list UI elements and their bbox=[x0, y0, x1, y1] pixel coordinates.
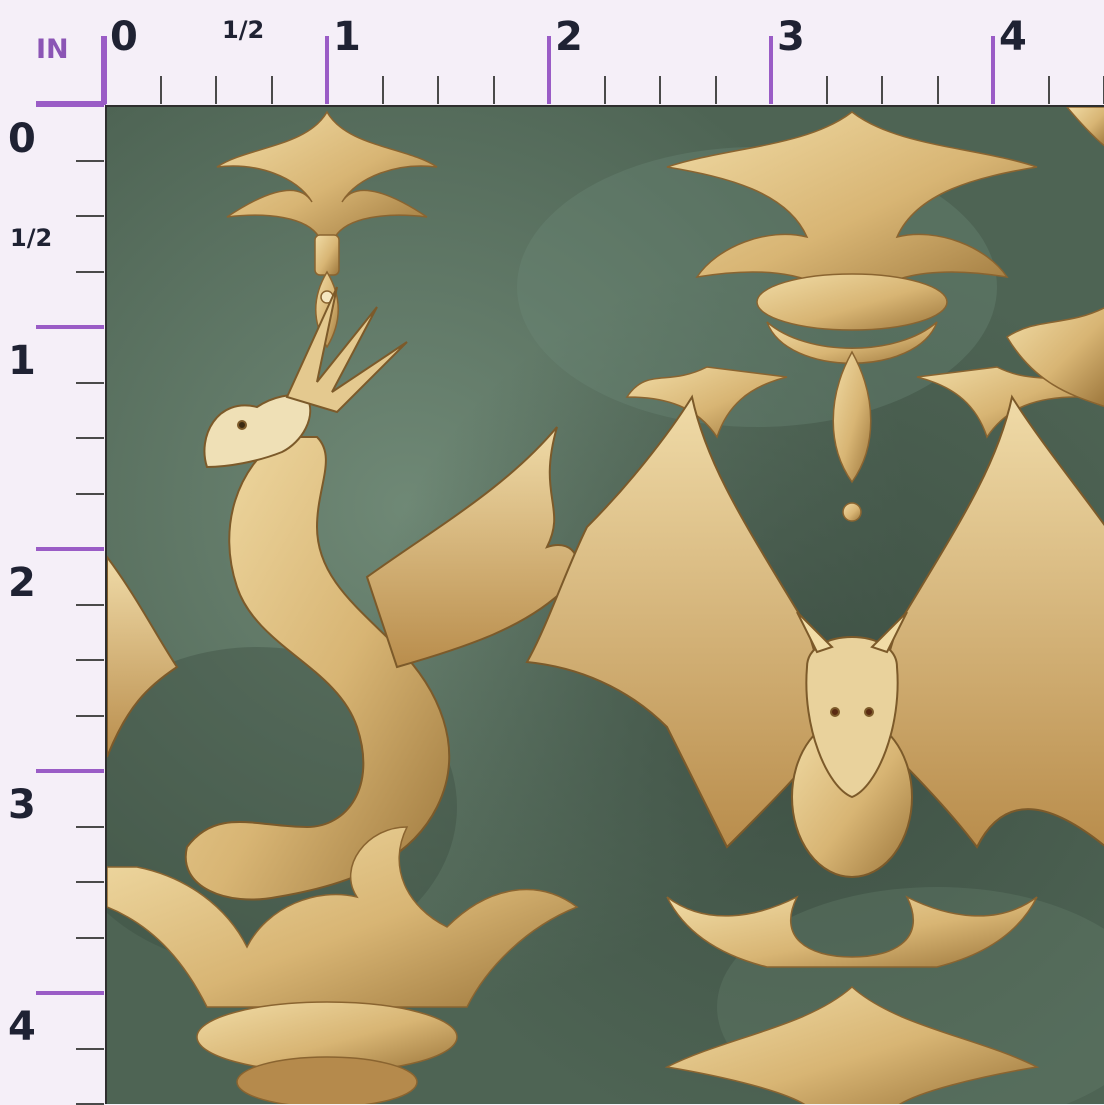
ruler-left-minor-tick bbox=[76, 659, 104, 661]
ruler-top-minor-tick bbox=[825, 76, 828, 104]
ruler-left-minor-tick bbox=[76, 714, 104, 717]
ruler-top-label-0: 0 bbox=[110, 14, 138, 60]
ruler-top-minor-tick bbox=[881, 76, 883, 104]
ruler-left-minor-tick bbox=[76, 215, 104, 217]
ruler-top-major-tick bbox=[769, 36, 773, 104]
ruler-left-major-tick bbox=[36, 769, 104, 773]
ruler-top-minor-tick bbox=[936, 76, 939, 104]
ruler-left-label-0: 0 bbox=[8, 116, 36, 162]
ruler-left-label-half: 1/2 bbox=[10, 224, 53, 252]
ruler-top-label-4: 4 bbox=[999, 14, 1027, 60]
ruler-top-major-tick bbox=[547, 36, 551, 104]
ruler-left-minor-tick bbox=[76, 603, 104, 606]
ruler-left-minor-tick bbox=[76, 381, 104, 384]
ruler-left-minor-tick bbox=[76, 492, 104, 495]
ruler-top-label-3: 3 bbox=[777, 14, 805, 60]
ruler-top-minor-tick bbox=[381, 76, 384, 104]
ruler-left-minor-tick bbox=[76, 159, 104, 162]
ruler-top-minor-tick bbox=[603, 76, 606, 104]
ruler-left-label-2: 2 bbox=[8, 560, 36, 606]
ruler-top-major-tick bbox=[991, 36, 995, 104]
ruler-left-minor-tick bbox=[76, 936, 104, 939]
ruler-left-minor-tick bbox=[76, 1047, 104, 1050]
ruler-top-minor-tick bbox=[714, 76, 717, 104]
ruler-top-minor-tick bbox=[270, 76, 273, 104]
ruler-left-minor-tick bbox=[76, 881, 104, 883]
ruler-top-label-half: 1/2 bbox=[222, 16, 265, 44]
ruler-left-major-tick bbox=[36, 991, 104, 995]
ruler-top-minor-tick bbox=[659, 76, 661, 104]
fabric-pattern-swatch bbox=[105, 105, 1104, 1104]
ruler-top-minor-tick bbox=[437, 76, 439, 104]
ruler-top-minor-tick bbox=[215, 76, 217, 104]
ruler-top-label-2: 2 bbox=[555, 14, 583, 60]
dragon-damask-illustration bbox=[107, 107, 1104, 1104]
ruler-left-minor-tick bbox=[76, 825, 104, 828]
ruler-top-minor-tick bbox=[492, 76, 495, 104]
ruler-left-label-1: 1 bbox=[8, 338, 36, 384]
ruler-left-minor-tick bbox=[76, 437, 104, 439]
ruler-left-major-tick bbox=[36, 103, 104, 107]
unit-label: IN bbox=[36, 34, 69, 65]
ruler-left-label-4: 4 bbox=[8, 1004, 36, 1050]
ruler-top-minor-tick bbox=[1047, 76, 1050, 104]
ruler-left-major-tick bbox=[36, 547, 104, 551]
ruler-top-major-tick bbox=[103, 36, 107, 104]
ruler-top-minor-tick bbox=[159, 76, 162, 104]
ruler-left-label-3: 3 bbox=[8, 782, 36, 828]
ruler-top-label-1: 1 bbox=[333, 14, 361, 60]
ruler-top-major-tick bbox=[325, 36, 329, 104]
ruler-left-minor-tick bbox=[76, 270, 104, 273]
ruler-left-major-tick bbox=[36, 325, 104, 329]
